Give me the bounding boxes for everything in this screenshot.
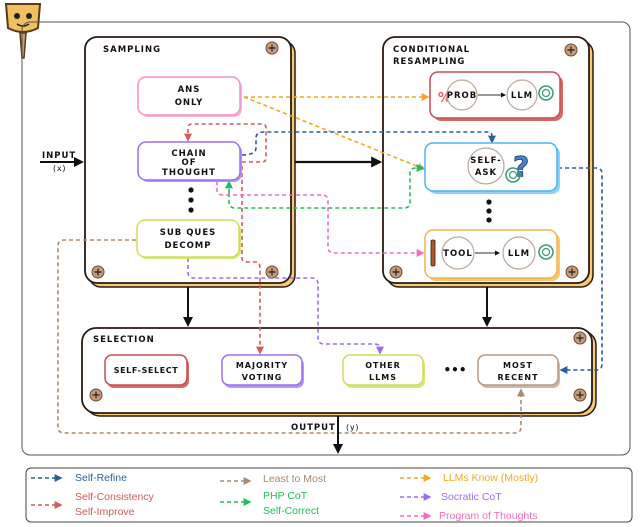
svg-text:OTHER: OTHER [365, 361, 401, 370]
screw-icon [91, 265, 105, 279]
diagram: SAMPLING CONDITIONAL RESAMPLING SELECTIO… [4, 3, 633, 523]
svg-text:ANS: ANS [178, 85, 201, 95]
screw-icon [573, 388, 587, 402]
selection-ellipsis: ••• [443, 363, 466, 377]
input-label: INPUT [42, 151, 76, 161]
svg-text:ASK: ASK [475, 168, 497, 178]
node-other-llms[interactable]: OTHER LLMS [342, 354, 425, 388]
legend-self-refine: Self-Refine [75, 472, 127, 484]
svg-text:LLM: LLM [508, 249, 530, 259]
screwdriver-icon [430, 239, 436, 267]
output-var: (y) [345, 423, 359, 432]
sampling-title: SAMPLING [103, 45, 161, 55]
node-tool-llm[interactable]: TOOL LLM [424, 229, 560, 281]
mascot-logo [4, 3, 42, 59]
svg-text:ONLY: ONLY [175, 98, 204, 108]
legend-least-to-most: Least to Most [263, 473, 326, 485]
ellipsis-dots [188, 187, 194, 213]
node-self-select[interactable]: SELF-SELECT [104, 354, 189, 388]
legend-socratic-cot: Socratic CoT [441, 491, 502, 503]
legend-llms-know: LLMs Know (Mostly) [443, 472, 538, 484]
svg-text:SELF-SELECT: SELF-SELECT [114, 366, 179, 375]
node-prob-llm[interactable]: % PROB LLM [429, 71, 563, 121]
svg-text:DECOMP: DECOMP [164, 241, 211, 251]
node-most-recent[interactable]: MOST RECENT [477, 354, 560, 388]
selection-title: SELECTION [93, 335, 155, 345]
resampling-title-2: RESAMPLING [393, 57, 465, 67]
svg-text:TOOL: TOOL [443, 249, 473, 259]
screw-icon [389, 265, 403, 279]
svg-text:PROB: PROB [447, 91, 477, 101]
screw-icon [564, 43, 578, 57]
node-sub-ques-decomp[interactable]: SUB QUES DECOMP [136, 219, 241, 259]
node-majority-voting[interactable]: MAJORITY VOTING [221, 354, 304, 388]
screw-icon [265, 41, 279, 55]
svg-text:THOUGHT: THOUGHT [162, 168, 216, 178]
node-ans-only[interactable]: ANS ONLY [137, 76, 242, 117]
output-label: OUTPUT [291, 423, 336, 433]
ellipsis-dots [486, 199, 492, 223]
legend-self-consistency: Self-Consistency [75, 491, 155, 503]
legend: Self-Refine Self-Consistency Self-Improv… [25, 467, 633, 523]
svg-text:LLMS: LLMS [369, 373, 397, 382]
svg-text:VOTING: VOTING [242, 373, 283, 382]
input-var: (x) [52, 164, 66, 173]
screw-icon [565, 265, 579, 279]
svg-text:LLM: LLM [511, 91, 533, 101]
node-self-ask[interactable]: SELF- ASK ? [424, 142, 560, 194]
screw-icon [265, 265, 279, 279]
svg-text:SELF-: SELF- [470, 156, 501, 166]
svg-text:OF: OF [181, 158, 196, 168]
svg-text:MOST: MOST [503, 361, 533, 370]
screw-icon [89, 388, 103, 402]
legend-self-correct: Self-Correct [263, 505, 319, 517]
svg-text:MAJORITY: MAJORITY [236, 361, 288, 370]
screw-icon [573, 331, 587, 345]
legend-program-of-thoughts: Program of Thoughts [439, 510, 537, 522]
node-chain-of-thought[interactable]: CHAIN OF THOUGHT [137, 141, 242, 182]
legend-self-improve: Self-Improve [75, 506, 135, 518]
svg-text:RECENT: RECENT [497, 373, 538, 382]
legend-php-cot: PHP CoT [263, 490, 308, 502]
svg-text:SUB QUES: SUB QUES [160, 228, 217, 238]
resampling-title-1: CONDITIONAL [393, 45, 470, 55]
